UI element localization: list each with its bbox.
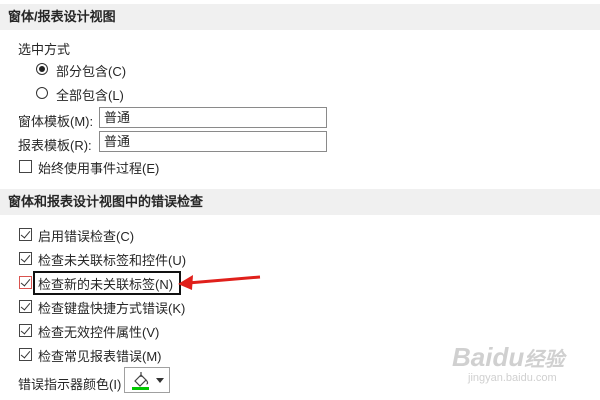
checkbox-label[interactable]: 启用错误检查(C) xyxy=(38,226,134,245)
checkbox[interactable] xyxy=(19,348,32,361)
checkbox[interactable] xyxy=(19,300,32,313)
radio-label[interactable]: 全部包含(L) xyxy=(56,85,124,104)
checkbox[interactable] xyxy=(19,276,32,289)
error-indicator-color-label: 错误指示器颜色(I) xyxy=(18,377,122,392)
radio-button[interactable] xyxy=(36,87,48,99)
checkbox-label[interactable]: 检查无效控件属性(V) xyxy=(38,322,159,341)
chevron-down-icon xyxy=(156,378,164,383)
error-indicator-color-picker[interactable] xyxy=(124,367,170,393)
watermark-url: jingyan.baidu.com xyxy=(468,372,557,384)
checkbox[interactable] xyxy=(19,228,32,241)
selection-method-label: 选中方式 xyxy=(18,42,71,57)
form-template-input[interactable]: 普通 xyxy=(99,107,327,128)
section-title: 窗体和报表设计视图中的错误检查 xyxy=(8,194,204,209)
checkbox[interactable] xyxy=(19,324,32,337)
section-header-error-checking: 窗体和报表设计视图中的错误检查 xyxy=(0,189,600,215)
checkbox-label[interactable]: 始终使用事件过程(E) xyxy=(38,158,159,177)
color-swatch xyxy=(132,387,149,390)
radio-label[interactable]: 部分包含(C) xyxy=(56,61,126,80)
section-title: 窗体/报表设计视图 xyxy=(8,9,116,24)
section-header-form-report-design: 窗体/报表设计视图 xyxy=(0,4,600,30)
report-template-label: 报表模板(R): xyxy=(18,138,92,153)
checkbox-label[interactable]: 检查键盘快捷方式错误(K) xyxy=(38,298,185,317)
radio-button[interactable] xyxy=(36,63,48,75)
baidu-logo-watermark: Baidu经验 xyxy=(452,342,565,372)
checkbox[interactable] xyxy=(19,160,32,173)
checkbox-label[interactable]: 检查未关联标签和控件(U) xyxy=(38,250,186,269)
report-template-input[interactable]: 普通 xyxy=(99,131,327,152)
checkbox-label[interactable]: 检查常见报表错误(M) xyxy=(38,346,162,365)
form-template-label: 窗体模板(M): xyxy=(18,114,94,129)
red-arrow-annotation xyxy=(178,275,261,290)
checkbox[interactable] xyxy=(19,252,32,265)
highlight-rectangle xyxy=(33,271,181,295)
